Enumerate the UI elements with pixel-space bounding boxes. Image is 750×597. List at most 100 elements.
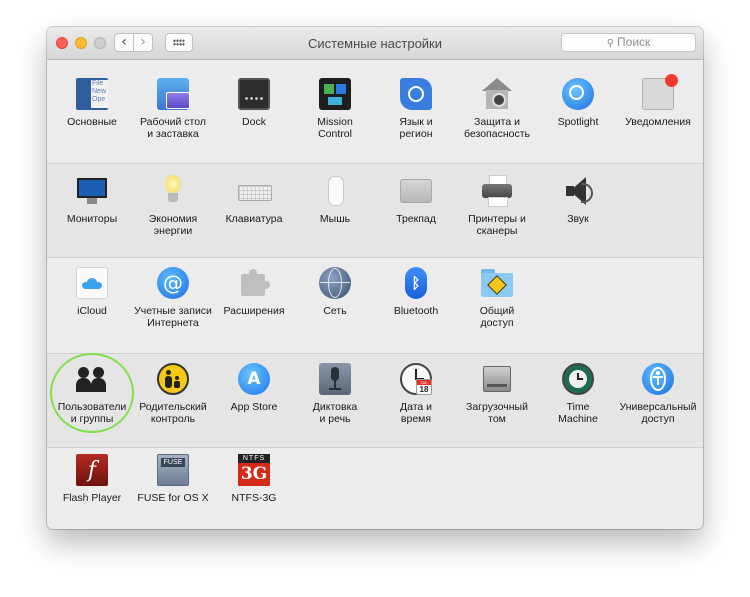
lightbulb-icon xyxy=(157,175,189,207)
pref-label: FUSE for OS X xyxy=(137,492,209,504)
fuse-icon-label: FUSE xyxy=(161,458,185,467)
pref-label: Мышь xyxy=(319,213,351,225)
bluetooth-icon: ᛒ xyxy=(405,267,427,299)
pref-label: Spotlight xyxy=(557,116,599,128)
pref-parental-controls[interactable]: Родительский контроль xyxy=(132,363,214,433)
pref-label: Основные xyxy=(67,116,117,128)
house-icon xyxy=(481,78,513,110)
dock-icon xyxy=(238,78,270,110)
pref-accessibility[interactable]: Универсальный доступ xyxy=(617,363,699,433)
pref-label: App Store xyxy=(230,401,278,413)
pref-general[interactable]: File New Ope Основные xyxy=(51,78,133,148)
pref-label: Клавиатура xyxy=(225,213,283,225)
general-icon-new: New xyxy=(92,88,107,95)
pref-label: Загрузочный том xyxy=(466,401,528,425)
pref-security-privacy[interactable]: Защита и безопасность xyxy=(456,78,538,148)
pref-label: Диктовка и речь xyxy=(312,401,358,425)
keyboard-icon xyxy=(238,175,272,207)
pref-label: Язык и регион xyxy=(399,116,433,140)
general-icon-open: Ope xyxy=(92,96,106,103)
calendar-day: 18 xyxy=(419,385,429,394)
pref-dock[interactable]: Dock xyxy=(213,78,295,148)
ntfs-icon: NTFS 3G xyxy=(238,454,270,486)
ntfs-icon-3g: 3G xyxy=(240,464,268,484)
pref-time-machine[interactable]: Time Machine xyxy=(537,363,619,433)
pref-energy-saver[interactable]: Экономия энергии xyxy=(132,175,214,245)
search-field[interactable]: ⚲ Поиск xyxy=(561,33,696,52)
pref-mouse[interactable]: Мышь xyxy=(294,175,376,245)
pref-app-store[interactable]: A App Store xyxy=(213,363,295,433)
pref-trackpad[interactable]: Трекпад xyxy=(375,175,457,245)
pref-notifications[interactable]: Уведомления xyxy=(617,74,699,148)
pref-label: Звук xyxy=(567,213,589,225)
ntfs-icon-label: NTFS xyxy=(238,454,270,463)
general-icon-file: File xyxy=(92,80,104,87)
pref-label: Уведомления xyxy=(625,116,691,128)
pref-spotlight[interactable]: Spotlight xyxy=(537,78,619,148)
pref-printers-scanners[interactable]: Принтеры и сканеры xyxy=(456,175,538,245)
pref-label: NTFS-3G xyxy=(231,492,277,504)
pref-label: Родительский контроль xyxy=(139,401,207,425)
title-bar: ‹ › Системные настройки ⚲ Поиск xyxy=(47,27,703,60)
pref-label: Трекпад xyxy=(396,213,436,225)
pref-label: Сеть xyxy=(323,305,347,317)
pref-label: Учетные записи Интернета xyxy=(134,305,212,329)
notifications-icon xyxy=(642,74,678,110)
pref-mission-control[interactable]: Mission Control xyxy=(294,78,376,148)
pref-language-region[interactable]: Язык и регион xyxy=(375,78,457,148)
pref-internet-accounts[interactable]: @ Учетные записи Интернета xyxy=(132,267,214,337)
pref-label: Общий доступ xyxy=(479,305,515,329)
fuse-icon: FUSE xyxy=(157,454,189,486)
parental-controls-icon xyxy=(157,363,189,395)
mouse-icon xyxy=(319,175,351,207)
pref-dictation-speech[interactable]: Диктовка и речь xyxy=(294,363,376,433)
accessibility-icon xyxy=(642,363,674,395)
monitor-icon xyxy=(76,175,108,207)
pref-label: Экономия энергии xyxy=(148,213,198,237)
spotlight-icon xyxy=(562,78,594,110)
pref-label: Time Machine xyxy=(558,401,598,425)
time-machine-icon xyxy=(562,363,594,395)
pref-startup-disk[interactable]: Загрузочный том xyxy=(456,363,538,433)
section-personal: File New Ope Основные Рабочий стол и заста… xyxy=(47,60,703,163)
search-icon: ⚲ xyxy=(606,38,615,49)
section-other: f Flash Player FUSE FUSE for OS X NTFS 3… xyxy=(47,448,703,529)
section-hardware: Мониторы Экономия энергии Клавиатура Мыш… xyxy=(47,164,703,257)
printer-icon xyxy=(481,175,513,207)
pref-label: Дата и время xyxy=(399,401,433,425)
pref-keyboard[interactable]: Клавиатура xyxy=(213,175,295,245)
pref-sharing[interactable]: Общий доступ xyxy=(456,267,538,337)
puzzle-icon xyxy=(238,267,270,299)
at-sign-icon: @ xyxy=(157,267,189,299)
pref-network[interactable]: Сеть xyxy=(294,267,376,337)
pref-bluetooth[interactable]: ᛒ Bluetooth xyxy=(375,267,457,337)
language-flag-icon xyxy=(400,78,432,110)
pref-label: Рабочий стол и заставка xyxy=(140,116,206,140)
pref-icloud[interactable]: iCloud xyxy=(51,267,133,337)
pref-label: Расширения xyxy=(223,305,285,317)
pref-label: Универсальный доступ xyxy=(619,401,697,425)
pref-label: iCloud xyxy=(77,305,107,317)
app-store-icon: A xyxy=(238,363,270,395)
pref-label: Мониторы xyxy=(66,213,118,225)
pref-desktop-screensaver[interactable]: Рабочий стол и заставка xyxy=(132,78,214,148)
flash-icon: f xyxy=(76,454,108,486)
pref-date-time[interactable]: JUL 18 Дата и время xyxy=(375,363,457,433)
pref-label: Защита и безопасность xyxy=(464,116,530,140)
pref-displays[interactable]: Мониторы xyxy=(51,175,133,245)
pref-label: Dock xyxy=(242,116,266,128)
icloud-icon xyxy=(76,267,108,299)
system-preferences-window: ‹ › Системные настройки ⚲ Поиск File New Op… xyxy=(47,27,703,529)
pref-fuse[interactable]: FUSE FUSE for OS X xyxy=(132,454,214,524)
desktop-icon xyxy=(157,78,190,110)
pref-label: Mission Control xyxy=(317,116,353,140)
pref-extensions[interactable]: Расширения xyxy=(213,267,295,337)
highlight-circle xyxy=(50,353,134,433)
pref-sound[interactable]: Звук xyxy=(537,175,619,245)
search-placeholder: Поиск xyxy=(617,35,651,49)
speaker-icon xyxy=(562,175,594,207)
pref-ntfs-3g[interactable]: NTFS 3G NTFS-3G xyxy=(213,454,295,524)
pref-flash-player[interactable]: f Flash Player xyxy=(51,454,133,524)
disk-icon xyxy=(481,363,513,395)
section-system: Пользователи и группы Родительский контр… xyxy=(47,354,703,447)
